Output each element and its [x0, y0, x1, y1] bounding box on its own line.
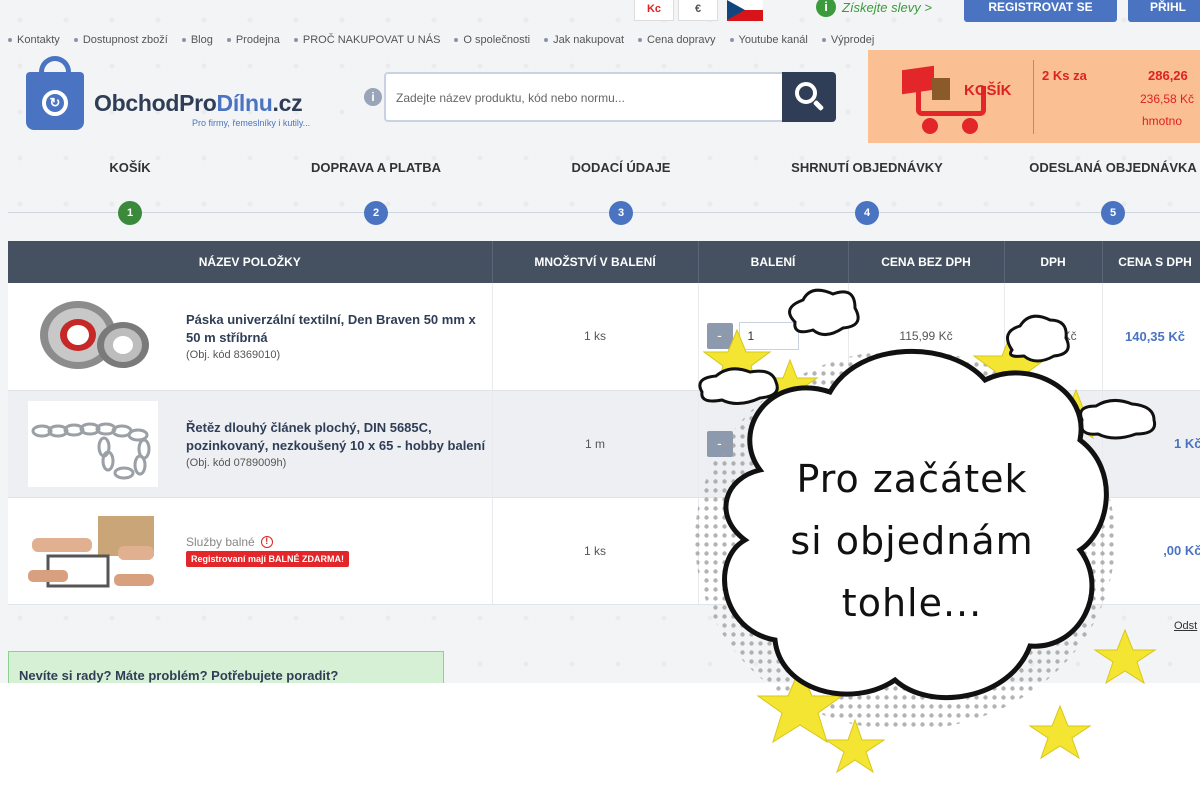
vat-amount: 24,36 Kč: [1004, 283, 1103, 391]
product-image-chain[interactable]: [28, 400, 158, 487]
price-with-vat: 1 Kč: [1174, 436, 1200, 451]
table-row: Páska univerzální textilní, Den Braven 5…: [8, 283, 1200, 391]
bullet-icon: [293, 38, 298, 42]
nav-item-youtube[interactable]: Youtube kanál: [729, 34, 808, 46]
table-row: Řetěz dlouhý článek plochý, DIN 5685C, p…: [8, 390, 1200, 498]
pack-quantity: 1 ks: [492, 497, 699, 605]
step-kosik[interactable]: KOŠÍK 1: [88, 160, 172, 225]
nav-item-blog[interactable]: Blog: [181, 34, 213, 46]
remove-link[interactable]: Odst: [1174, 620, 1197, 632]
decrease-quantity-button[interactable]: -: [706, 430, 733, 457]
quantity-stepper: -: [699, 430, 848, 457]
logo-tagline: Pro firmy, řemeslníky i kutily...: [192, 118, 311, 128]
free-packing-badge: Registrovaní mají BALNÉ ZDARMA!: [186, 550, 350, 567]
product-code: (Obj. kód 0789009h): [186, 456, 287, 469]
currency-czk-button[interactable]: Kc: [634, 0, 674, 21]
step-number: 1: [118, 201, 142, 225]
price-without-vat: 115,99 Kč: [848, 283, 1005, 391]
column-header: MNOŽSTVÍ V BALENÍ: [492, 241, 699, 283]
column-header: CENA S DPH: [1102, 241, 1200, 283]
cart-weight: hmotno: [1142, 114, 1183, 128]
shop-page: Kc € i Získejte slevy > REGISTROVAT SE P…: [0, 0, 1200, 683]
cart-price-with-vat: 286,26: [1148, 68, 1188, 83]
step-dodaci-udaje[interactable]: DODACÍ ÚDAJE 3: [556, 160, 686, 225]
product-image-tape[interactable]: [28, 293, 158, 380]
product-code: (Obj. kód 8369010): [186, 349, 281, 362]
bullet-icon: [638, 38, 643, 42]
decrease-quantity-button[interactable]: -: [706, 323, 733, 350]
nav-item-prodejna[interactable]: Prodejna: [226, 34, 280, 46]
nav-item-dostupnost[interactable]: Dostupnost zboží: [73, 34, 168, 46]
warning-icon[interactable]: !: [260, 535, 273, 548]
nav-item-cena-dopravy[interactable]: Cena dopravy: [638, 34, 716, 46]
column-header: CENA BEZ DPH: [848, 241, 1005, 283]
table-row: Služby balné! Registrovaní mají BALNÉ ZD…: [8, 497, 1200, 605]
column-header: NÁZEV POLOŽKY: [8, 241, 493, 283]
discount-link[interactable]: i Získejte slevy >: [816, 0, 932, 17]
shopping-cart-icon: [898, 64, 988, 134]
step-number: 5: [1101, 201, 1125, 225]
bullet-icon: [73, 38, 78, 42]
search-button[interactable]: [782, 72, 836, 122]
product-name-link[interactable]: Řetěz dlouhý článek plochý, DIN 5685C, p…: [186, 419, 492, 455]
step-odeslana[interactable]: ODESLANÁ OBJEDNÁVKA 5: [1018, 160, 1200, 225]
product-image-packing: [28, 507, 158, 594]
discount-text: Získejte slevy >: [842, 0, 932, 15]
quantity-stepper: -: [699, 322, 848, 351]
help-text: Nevíte si rady? Máte problém? Potřebujet…: [19, 668, 339, 683]
product-name-link[interactable]: Páska univerzální textilní, Den Braven 5…: [186, 311, 492, 347]
nav-item-proc-nakupovat[interactable]: PROČ NAKUPOVAT U NÁS: [293, 34, 440, 46]
column-header: DPH: [1004, 241, 1103, 283]
bullet-icon: [8, 38, 12, 42]
search-input[interactable]: [396, 86, 776, 110]
bullet-icon: [454, 38, 459, 42]
nav-item-jak-nakupovat[interactable]: Jak nakupovat: [544, 34, 624, 46]
czech-flag-icon[interactable]: [727, 0, 763, 21]
cart-table: NÁZEV POLOŽKY MNOŽSTVÍ V BALENÍ BALENÍ C…: [8, 241, 1200, 605]
bullet-icon: [729, 38, 734, 42]
price-with-vat: 140,35 Kč: [1125, 328, 1185, 344]
checkout-steps: KOŠÍK 1 DOPRAVA A PLATBA 2 DODACÍ ÚDAJE …: [0, 160, 1200, 230]
step-shrnuti[interactable]: SHRNUTÍ OBJEDNÁVKY 4: [772, 160, 962, 225]
price-with-vat: ,00 Kč: [1163, 543, 1200, 558]
logo-name: ObchodProDílnu.cz: [94, 90, 303, 116]
step-number: 4: [855, 201, 879, 225]
top-bar: Kc € i Získejte slevy > REGISTROVAT SE P…: [0, 0, 1200, 30]
cart-label: KOŠÍK: [964, 82, 1012, 99]
step-doprava[interactable]: DOPRAVA A PLATBA 2: [296, 160, 456, 225]
pack-quantity: 1 m: [492, 390, 699, 498]
bullet-icon: [181, 38, 186, 42]
pack-quantity: 1 ks: [492, 283, 699, 391]
cart-price-without-vat: 236,58 Kč: [1140, 92, 1195, 106]
price-without-vat: [848, 390, 1005, 498]
nav-item-o-spolecnosti[interactable]: O společnosti: [454, 34, 530, 46]
currency-eur-button[interactable]: €: [678, 0, 718, 21]
info-icon: i: [816, 0, 836, 17]
bullet-icon: [821, 38, 826, 42]
bullet-icon: [226, 38, 231, 42]
cart-quantity: 2 Ks za: [1042, 68, 1087, 83]
shopping-bag-icon: ↻: [26, 56, 84, 130]
service-name: Služby balné!: [186, 535, 349, 549]
step-number: 3: [609, 201, 633, 225]
register-button[interactable]: REGISTROVAT SE: [964, 0, 1117, 22]
search-box: [384, 72, 836, 122]
login-button[interactable]: PŘIHL: [1128, 0, 1200, 22]
bullet-icon: [544, 38, 549, 42]
top-navigation: Kontakty Dostupnost zboží Blog Prodejna …: [8, 34, 874, 46]
nav-item-kontakty[interactable]: Kontakty: [8, 34, 60, 46]
vat-amount: [1004, 390, 1103, 498]
nav-item-vyprodej[interactable]: Výprodej: [821, 34, 874, 46]
step-number: 2: [364, 201, 388, 225]
column-header: BALENÍ: [698, 241, 849, 283]
help-box: Nevíte si rady? Máte problém? Potřebujet…: [8, 651, 444, 683]
info-icon[interactable]: i: [364, 88, 382, 106]
table-header-row: NÁZEV POLOŽKY MNOŽSTVÍ V BALENÍ BALENÍ C…: [8, 241, 1200, 283]
cart-widget[interactable]: KOŠÍK 2 Ks za 286,26 236,58 Kč hmotno: [868, 50, 1200, 143]
site-logo[interactable]: ↻ ObchodProDílnu.cz Pro firmy, řemeslník…: [26, 56, 346, 132]
quantity-input[interactable]: [738, 322, 799, 351]
